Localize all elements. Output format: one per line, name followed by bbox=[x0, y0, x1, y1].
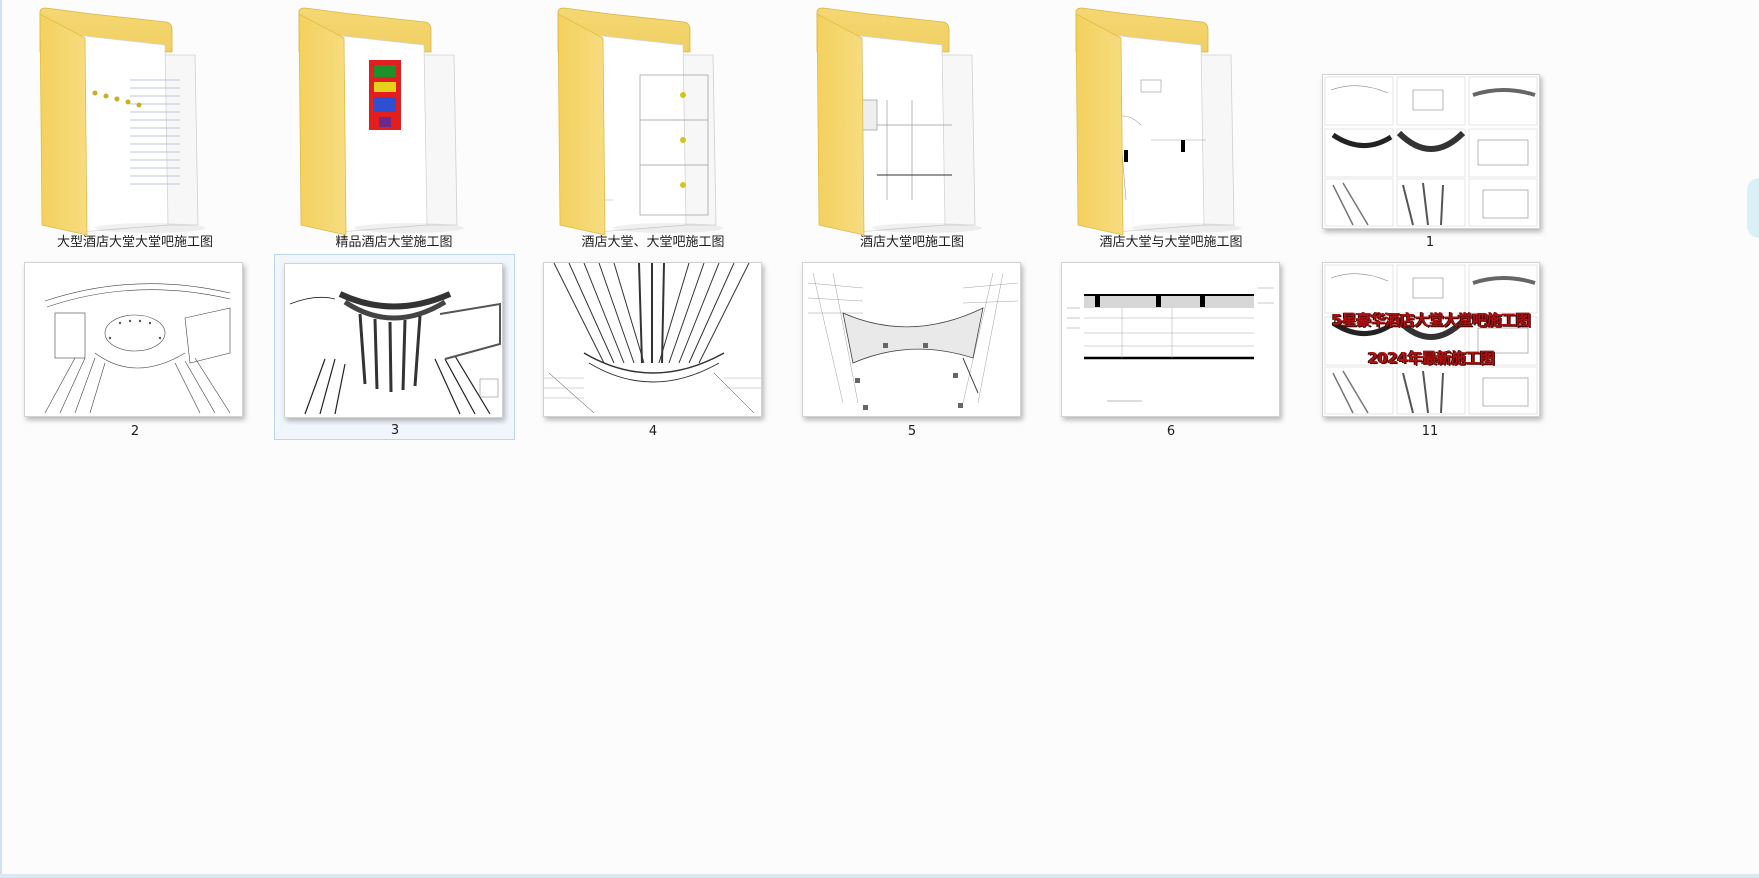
folder-icon bbox=[816, 7, 982, 236]
folder-icon bbox=[557, 7, 723, 236]
image-thumbnail: 5星豪华酒店大堂大堂吧施工图 2024年最新施工图 bbox=[1322, 262, 1540, 417]
folder-item-4[interactable]: 酒店大堂吧施工图 bbox=[777, 0, 1047, 250]
folder-label: 酒店大堂吧施工图 bbox=[859, 235, 964, 250]
folder-label: 酒店大堂、大堂吧施工图 bbox=[581, 235, 725, 250]
file-label: 11 bbox=[1421, 424, 1439, 439]
folder-icon bbox=[298, 7, 464, 236]
image-item-11[interactable]: 5星豪华酒店大堂大堂吧施工图 2024年最新施工图 11 bbox=[1295, 252, 1565, 442]
collage-drawing bbox=[1324, 76, 1538, 227]
image-item-5[interactable]: 5 bbox=[777, 252, 1047, 442]
folder-icon bbox=[39, 7, 205, 236]
ceiling-plan-drawing bbox=[544, 263, 761, 414]
floor-plan-drawing bbox=[44, 283, 231, 414]
folder-label: 精品酒店大堂施工图 bbox=[335, 235, 453, 250]
file-label: 6 bbox=[1166, 424, 1176, 439]
file-label: 5 bbox=[907, 424, 917, 439]
image-thumbnail bbox=[24, 262, 243, 417]
image-thumbnail bbox=[543, 262, 762, 417]
furniture-plan-drawing bbox=[807, 272, 1019, 410]
image-item-6[interactable]: 6 bbox=[1036, 252, 1306, 442]
dense-plan-drawing bbox=[289, 291, 501, 415]
cover-title-text: 5星豪华酒店大堂大堂吧施工图 bbox=[1331, 311, 1531, 329]
image-thumbnail bbox=[1322, 74, 1540, 229]
image-item-2[interactable]: 2 bbox=[0, 252, 270, 442]
image-item-3[interactable]: 3 bbox=[274, 254, 515, 440]
folder-item-5[interactable]: 酒店大堂与大堂吧施工图 bbox=[1036, 0, 1306, 250]
image-thumbnail bbox=[802, 262, 1021, 417]
image-thumbnail bbox=[1061, 262, 1280, 417]
file-label: 3 bbox=[390, 423, 400, 438]
file-view: 大型酒店大堂大堂吧施工图 精品酒店大堂施工图 酒店大堂、大堂吧施工图 酒店大堂吧… bbox=[0, 0, 1759, 878]
folder-label: 大型酒店大堂大堂吧施工图 bbox=[56, 235, 213, 250]
file-label: 2 bbox=[130, 424, 140, 439]
image-thumbnail bbox=[284, 263, 503, 418]
folder-label: 酒店大堂与大堂吧施工图 bbox=[1099, 235, 1243, 250]
file-label: 1 bbox=[1425, 235, 1435, 250]
folder-item-2[interactable]: 精品酒店大堂施工图 bbox=[259, 0, 529, 250]
folder-item-3[interactable]: 酒店大堂、大堂吧施工图 bbox=[518, 0, 788, 250]
collage-drawing bbox=[1324, 264, 1538, 415]
file-label: 4 bbox=[648, 424, 658, 439]
elevation-drawing bbox=[1067, 287, 1274, 402]
image-item-4[interactable]: 4 bbox=[518, 252, 788, 442]
folder-item-1[interactable]: 大型酒店大堂大堂吧施工图 bbox=[0, 0, 270, 250]
status-border bbox=[0, 874, 1759, 878]
scroll-edge-indicator bbox=[1747, 178, 1759, 238]
folder-icon bbox=[1075, 7, 1241, 236]
cover-subtitle-text: 2024年最新施工图 bbox=[1367, 349, 1495, 367]
image-item-1[interactable]: 1 bbox=[1295, 0, 1565, 250]
